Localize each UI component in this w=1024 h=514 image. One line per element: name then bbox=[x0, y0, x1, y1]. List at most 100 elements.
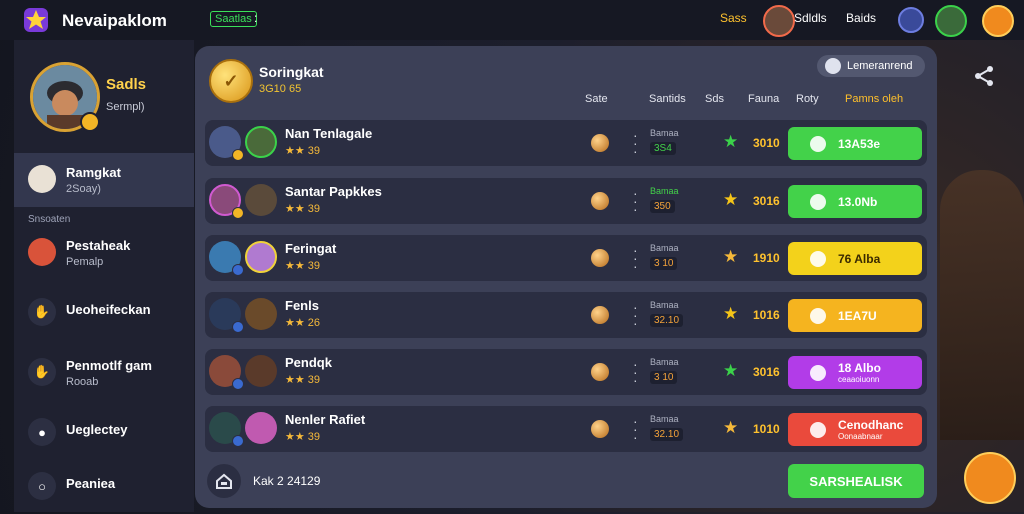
sidebar-item-label: Ueoheifeckan bbox=[66, 302, 151, 317]
row-action-button[interactable]: 18 Albo ceaaoiuonn bbox=[788, 356, 922, 389]
row-action-button[interactable]: 76 Alba bbox=[788, 242, 922, 275]
table-row[interactable]: Feringat ★★ 39 · · · Bamaa 3 10 ★ 1910 76 … bbox=[205, 235, 927, 281]
top-bar: Nevaipaklom Saatlas : Sass Sdldls Baids bbox=[0, 0, 1024, 40]
level-badge bbox=[232, 321, 244, 333]
friend-avatar[interactable] bbox=[935, 5, 967, 37]
star-icon: ★ bbox=[723, 132, 739, 151]
row-action-button[interactable]: 1EA7U bbox=[788, 299, 922, 332]
footer-label: Kak 2 24129 bbox=[253, 474, 321, 488]
table-row[interactable]: Pendqk ★★ 39 · · · Bamaa 3 10 ★ 3016 18 Al… bbox=[205, 349, 927, 395]
sidebar-item-penmotlf[interactable]: ✋ Penmotlf gam Rooab bbox=[14, 346, 194, 400]
table-row[interactable]: Fenls ★★ 26 · · · Bamaa 32.10 ★ 1016 1EA7U bbox=[205, 292, 927, 338]
teammate-avatar bbox=[245, 241, 277, 273]
home-icon[interactable] bbox=[207, 464, 241, 498]
profile-level-badge bbox=[80, 112, 100, 132]
coin-icon bbox=[810, 307, 826, 324]
sidebar-section-label: Snsoaten bbox=[28, 214, 71, 225]
row-name: Nan Tenlagale bbox=[285, 126, 373, 141]
panel-subtitle: 3G10 65 bbox=[259, 83, 302, 95]
teammate-avatar bbox=[245, 412, 277, 444]
app-title: Nevaipaklom bbox=[62, 11, 167, 30]
more-options-icon[interactable]: · · · bbox=[633, 414, 638, 444]
coin-icon bbox=[591, 420, 609, 438]
row-name: Feringat bbox=[285, 241, 337, 256]
sidebar-item-ueoheifeckan[interactable]: ✋ Ueoheifeckan bbox=[14, 286, 194, 340]
more-options-icon[interactable]: · · · bbox=[633, 128, 638, 158]
more-options-icon[interactable]: · · · bbox=[633, 300, 638, 330]
badge-separator: : bbox=[254, 11, 258, 25]
row-action-sublabel: ceaaoiuonn bbox=[838, 375, 880, 384]
leaderboard-filter-button[interactable]: Lemeranrend bbox=[817, 55, 925, 77]
table-row[interactable]: Santar Papkkes ★★ 39 · · · Bamaa 350 ★ 301… bbox=[205, 178, 927, 224]
gesture-icon: ✋ bbox=[28, 358, 56, 386]
more-options-icon[interactable]: · · · bbox=[633, 243, 638, 273]
sidebar-item-peaniea[interactable]: ○ Peaniea bbox=[14, 460, 194, 514]
player-avatar[interactable] bbox=[763, 5, 795, 37]
sidebar-item-label: Penmotlf gam bbox=[66, 358, 152, 373]
table-row[interactable]: Nenler Rafiet ★★ 39 · · · Bamaa 32.10 ★ 10… bbox=[205, 406, 927, 452]
sidebar-item-ueglectey[interactable]: ● Ueglectey bbox=[14, 406, 194, 460]
row-name: Nenler Rafiet bbox=[285, 412, 366, 427]
star-icon: ★ bbox=[723, 190, 739, 209]
star-icon: ★ bbox=[723, 361, 739, 380]
profile-name: Sadls bbox=[106, 76, 147, 93]
level-badge bbox=[232, 435, 244, 447]
row-rating: ★★ 39 bbox=[285, 374, 321, 386]
sidebar-item-ranking[interactable]: Ramgkat 2Soay) bbox=[14, 153, 194, 207]
top-stat-currency: Sass bbox=[720, 11, 747, 25]
sidebar-item-pestaheak[interactable]: Pestaheak Pemalp bbox=[14, 226, 194, 280]
row-score: 1010 bbox=[753, 422, 780, 436]
mascot-avatar-button[interactable] bbox=[964, 452, 1016, 504]
column-header: Roty bbox=[796, 93, 819, 105]
more-options-icon[interactable]: · · · bbox=[633, 357, 638, 387]
row-small-label: Bamaa bbox=[650, 186, 679, 196]
coin-icon bbox=[591, 192, 609, 210]
clan-icon[interactable] bbox=[898, 7, 924, 33]
shield-icon bbox=[810, 193, 826, 210]
row-action-label: 13.0Nb bbox=[838, 194, 878, 209]
house-icon bbox=[216, 473, 232, 489]
row-score: 1910 bbox=[753, 251, 780, 265]
teammate-avatar bbox=[245, 184, 277, 216]
row-action-label: 18 Albo bbox=[838, 361, 881, 375]
row-rating-value: 39 bbox=[307, 203, 321, 215]
check-icon bbox=[810, 135, 826, 152]
row-name: Pendqk bbox=[285, 355, 332, 370]
column-header: Santids bbox=[649, 93, 686, 105]
row-value-tag: 3S4 bbox=[650, 142, 676, 155]
table-row[interactable]: Nan Tenlagale ★★ 39 · · · Bamaa 3S4 ★ 3010… bbox=[205, 120, 927, 166]
sidebar-item-sub: Pemalp bbox=[66, 256, 104, 268]
sidebar-item-label: Ramgkat bbox=[66, 165, 121, 180]
gift-icon bbox=[810, 364, 826, 381]
row-score: 1016 bbox=[753, 308, 780, 322]
leaderboard-filter-label: Lemeranrend bbox=[847, 60, 913, 72]
row-rating: ★★ 39 bbox=[285, 260, 321, 272]
row-action-button[interactable]: 13.0Nb bbox=[788, 185, 922, 218]
settings-avatar-icon[interactable] bbox=[982, 5, 1014, 37]
star-icon: ★ bbox=[723, 418, 739, 437]
sidebar-item-label: Pestaheak bbox=[66, 238, 131, 253]
background-hero-illustration bbox=[940, 170, 1024, 440]
row-action-button[interactable]: Cenodhanc Oonaabnaar bbox=[788, 413, 922, 446]
row-small-label: Bamaa bbox=[650, 357, 679, 367]
leaderboard-panel: ✓ Soringkat 3G10 65 Lemeranrend Sate San… bbox=[195, 46, 937, 508]
row-action-label: 1EA7U bbox=[838, 308, 877, 323]
more-options-icon[interactable]: · · · bbox=[633, 186, 638, 216]
row-action-label: 13A53e bbox=[838, 136, 881, 151]
row-action-label: 76 Alba bbox=[838, 251, 881, 266]
flag-icon bbox=[810, 421, 826, 438]
row-rating-value: 39 bbox=[307, 260, 321, 272]
row-rating-value: 26 bbox=[307, 317, 321, 329]
status-badge[interactable]: Saatlas bbox=[210, 11, 257, 27]
row-score: 3016 bbox=[753, 365, 780, 379]
row-action-button[interactable]: 13A53e bbox=[788, 127, 922, 160]
column-header: Pamns oleh bbox=[845, 93, 904, 105]
footer-action-button[interactable]: SARSHEALISK bbox=[788, 464, 924, 498]
share-icon[interactable] bbox=[972, 64, 996, 88]
star-icon: ★ bbox=[723, 247, 739, 266]
coin-icon bbox=[591, 249, 609, 267]
row-action-label: Cenodhanc bbox=[838, 418, 904, 432]
row-score: 3016 bbox=[753, 194, 780, 208]
row-small-label: Bamaa bbox=[650, 128, 679, 138]
row-rating-value: 39 bbox=[307, 431, 321, 443]
